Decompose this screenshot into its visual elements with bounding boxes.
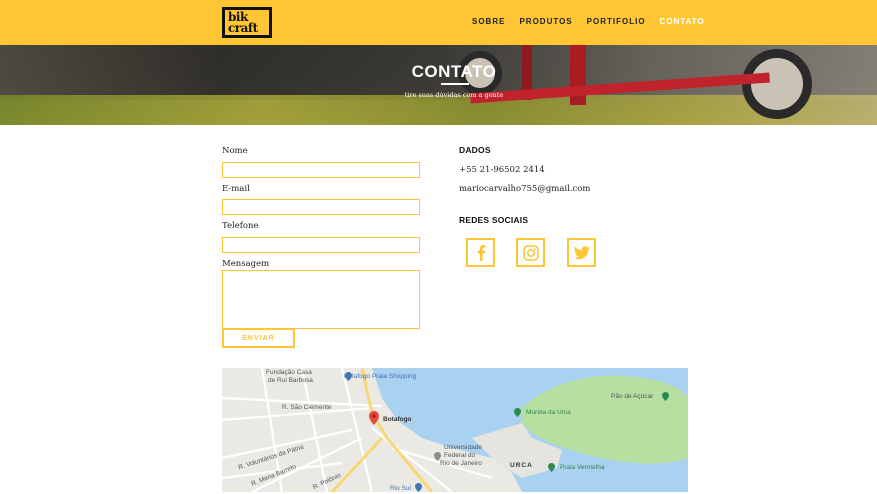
page-subtitle: tire suas dúvidas com a gente — [404, 91, 504, 99]
map-label-fundacao: de Rui Barbosa — [268, 377, 313, 384]
nav-portifolio[interactable]: PORTIFOLIO — [587, 17, 646, 26]
email-label: E-mail — [222, 183, 250, 194]
nav-sobre[interactable]: SOBRE — [472, 17, 505, 26]
map-label-street: R. São Clemente — [282, 404, 332, 411]
map-label-urca: URCA — [510, 462, 533, 469]
map-label-fundacao: Fundação Casa — [266, 369, 312, 376]
site-header: bik craft SOBRE PRODUTOS PORTIFOLIO CONT… — [0, 0, 877, 45]
message-field[interactable] — [222, 269, 420, 329]
map-label-ufrj: Federal do — [444, 452, 476, 459]
location-map[interactable]: Fundação Casa de Rui Barbosa Botafogo Pr… — [222, 368, 688, 492]
name-field[interactable] — [222, 161, 420, 178]
logo-line-2: craft — [228, 21, 258, 35]
beach-pin-icon — [548, 463, 555, 472]
social-heading: REDES SOCIAIS — [459, 215, 529, 225]
hero-banner: CONTATO tire suas dúvidas com a gente — [0, 45, 877, 125]
university-pin-icon — [434, 452, 441, 461]
send-button[interactable]: ENVIAR — [222, 328, 295, 348]
nav-contato[interactable]: CONTATO — [660, 17, 705, 26]
email-address[interactable]: mariocarvalho755@gmail.com — [459, 184, 689, 194]
title-underline — [441, 83, 469, 85]
bike-wheel — [742, 49, 812, 119]
park-pin-icon — [514, 408, 521, 417]
contact-form: Nome E-mail Telefone Mensagem — [222, 145, 420, 338]
name-label: Nome — [222, 146, 248, 156]
phone-label: Telefone — [222, 221, 259, 231]
shopping-pin-icon — [345, 372, 352, 381]
facebook-icon[interactable] — [466, 238, 495, 267]
park-pin-icon — [662, 392, 669, 401]
message-label: Mensagem — [222, 258, 270, 269]
mall-pin-icon — [415, 483, 422, 492]
bikcraft-logo[interactable]: bik craft — [222, 7, 272, 38]
email-field[interactable] — [222, 199, 420, 215]
map-label-pao-de-acucar: Pão de Açúcar — [611, 393, 654, 400]
instagram-icon[interactable] — [516, 238, 545, 267]
map-label-shopping: Botafogo Praia Shopping — [344, 373, 417, 380]
contact-info: DADOS +55 21-96502 2414 mariocarvalho755… — [459, 145, 689, 225]
main-nav: SOBRE PRODUTOS PORTIFOLIO CONTATO — [472, 17, 719, 26]
map-label-praia-vermelha: Praia Vermelha — [560, 464, 605, 471]
nav-produtos[interactable]: PRODUTOS — [519, 17, 572, 26]
dados-heading: DADOS — [459, 145, 491, 155]
map-label-botafogo: Botafogo — [383, 416, 412, 423]
map-label-mureta: Mureta da Urca — [526, 409, 571, 416]
phone-field[interactable] — [222, 236, 420, 253]
page-title: CONTATO — [411, 62, 497, 81]
map-label-ufrj: Universidade — [444, 444, 482, 451]
map-base — [222, 368, 688, 492]
map-label-rio-sul: Rio Sul — [390, 485, 411, 492]
phone-number: +55 21-96502 2414 — [459, 165, 545, 175]
location-pin-icon[interactable] — [369, 411, 379, 425]
map-label-ufrj: Rio de Janeiro — [440, 460, 482, 467]
twitter-icon[interactable] — [567, 238, 596, 267]
